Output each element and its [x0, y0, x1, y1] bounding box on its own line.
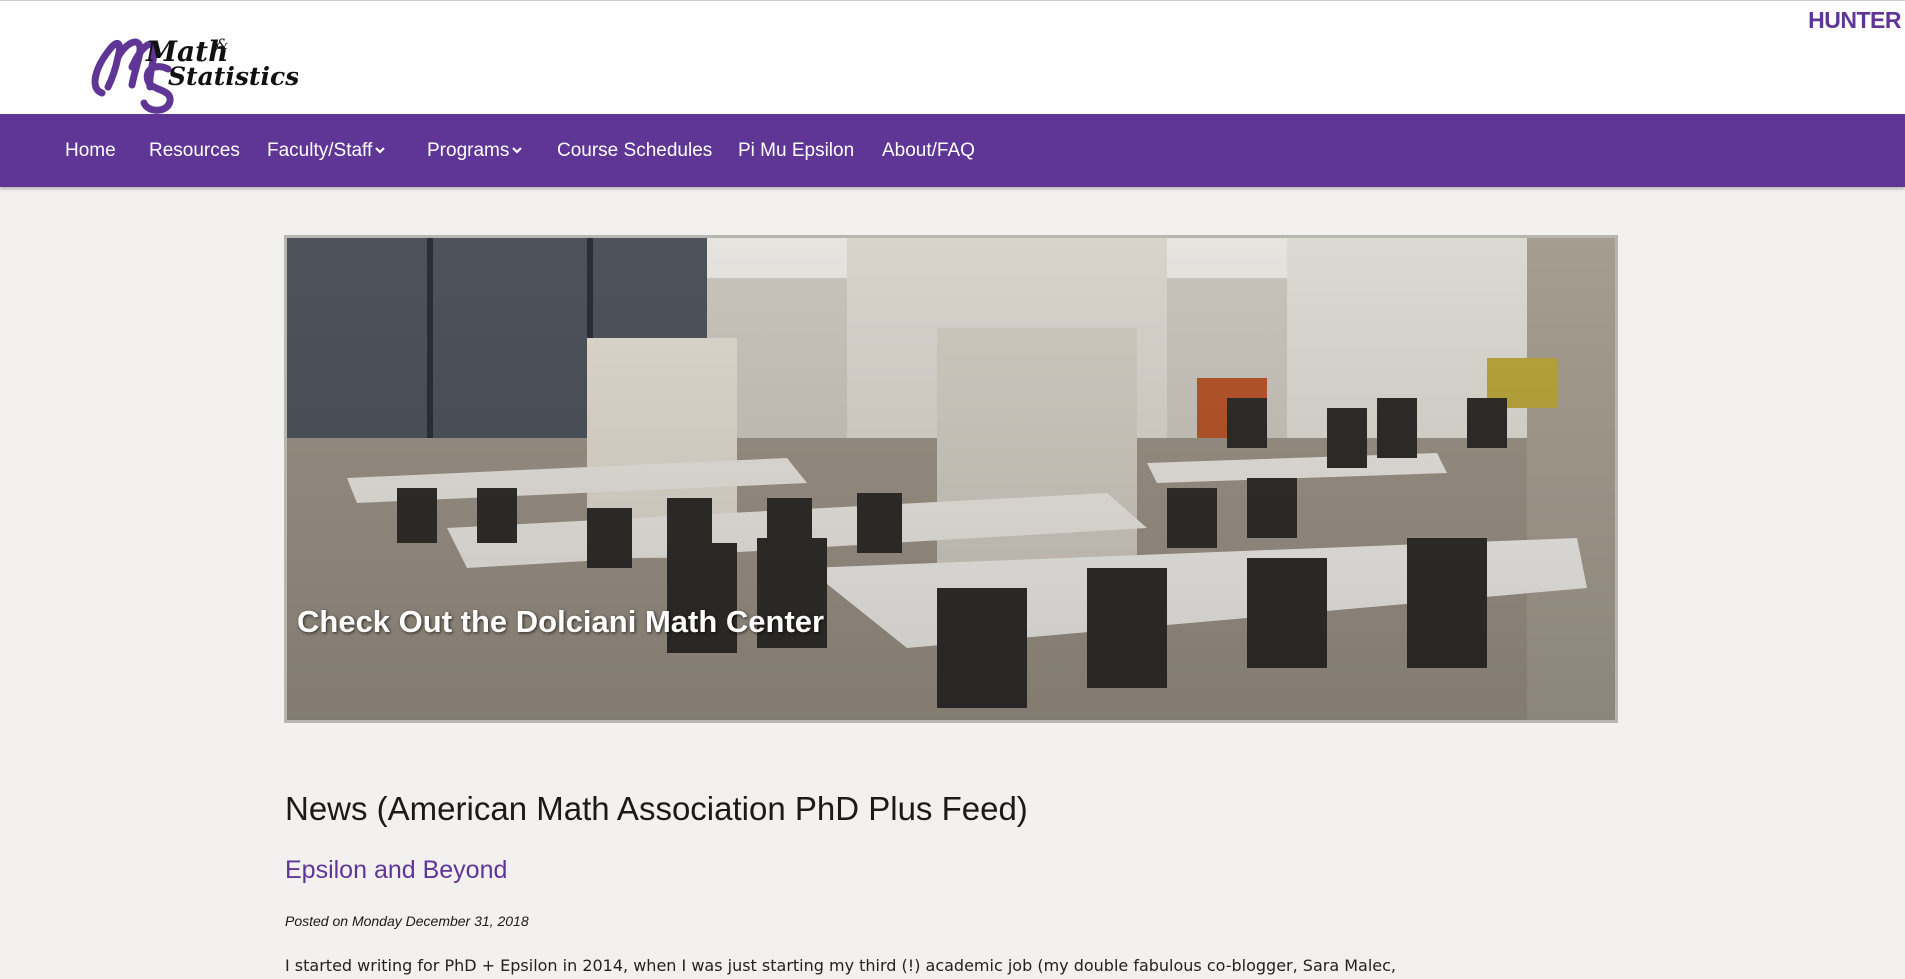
logo-word-statistics: Statistics [168, 62, 298, 91]
nav-pi-mu-epsilon-label: Pi Mu Epsilon [738, 140, 855, 161]
nav-home-label: Home [65, 140, 116, 161]
nav-about-faq[interactable]: About/FAQ [882, 138, 975, 164]
nav-faculty-staff[interactable]: Faculty/Staff [267, 138, 386, 164]
site-header: Math & Statistics HUNTER [0, 0, 1905, 114]
nav-home[interactable]: Home [65, 138, 116, 164]
hunter-logo[interactable]: HUNTER [1808, 7, 1901, 34]
nav-course-schedules[interactable]: Course Schedules [557, 138, 712, 164]
nav-resources[interactable]: Resources [149, 138, 240, 164]
post-date: Posted on Monday December 31, 2018 [285, 913, 529, 929]
hero-banner[interactable]: Check Out the Dolciani Math Center [284, 235, 1618, 723]
logo-ampersand: & [216, 37, 228, 53]
main-nav: Home Resources Faculty/Staff Programs Co… [0, 114, 1905, 187]
post-title-link[interactable]: Epsilon and Beyond [285, 856, 507, 885]
hero-caption[interactable]: Check Out the Dolciani Math Center [297, 604, 824, 640]
nav-programs-label: Programs [427, 140, 510, 161]
chevron-down-icon [512, 145, 523, 155]
nav-programs[interactable]: Programs [427, 138, 523, 164]
post-excerpt: I started writing for PhD + Epsilon in 2… [285, 956, 1397, 975]
math-center-photo [287, 238, 1615, 720]
nav-course-schedules-label: Course Schedules [557, 140, 713, 161]
nav-about-faq-label: About/FAQ [882, 140, 975, 161]
chevron-down-icon [375, 145, 386, 155]
nav-faculty-staff-label: Faculty/Staff [267, 140, 373, 161]
nav-pi-mu-epsilon[interactable]: Pi Mu Epsilon [738, 138, 854, 164]
news-section-heading: News (American Math Association PhD Plus… [285, 790, 1028, 827]
nav-resources-label: Resources [149, 140, 240, 161]
math-statistics-logo[interactable]: Math & Statistics [88, 29, 298, 115]
